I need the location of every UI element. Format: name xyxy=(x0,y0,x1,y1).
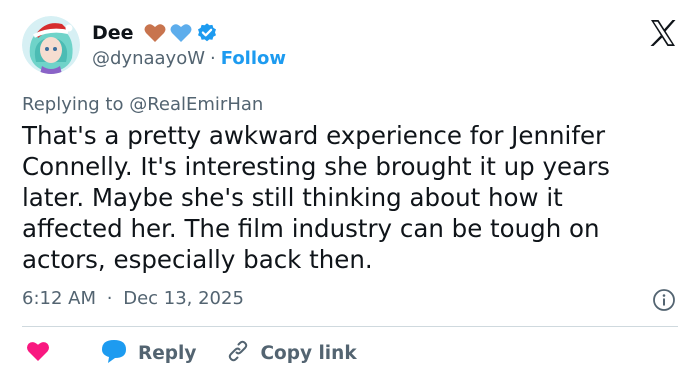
reply-bubble-icon xyxy=(100,338,128,368)
timestamp-separator: · xyxy=(106,288,113,309)
blue-heart-icon xyxy=(170,23,192,43)
author-display-name[interactable]: Dee xyxy=(92,22,134,44)
like-button[interactable] xyxy=(26,340,50,366)
reply-button[interactable]: Reply xyxy=(100,338,196,368)
copy-link-label: Copy link xyxy=(260,342,357,364)
x-logo-icon[interactable] xyxy=(648,18,678,48)
copy-link-button[interactable]: Copy link xyxy=(226,339,357,367)
heart-icon xyxy=(26,340,50,366)
author-name-row: Dee xyxy=(92,20,218,46)
tweet-card: Dee @dynaayoW · Follow Replying to @Real… xyxy=(0,0,700,379)
info-icon[interactable] xyxy=(652,288,676,312)
tweet-date: Dec 13, 2025 xyxy=(123,288,244,309)
brown-heart-icon xyxy=(144,23,166,43)
tweet-text: That's a pretty awkward experience for J… xyxy=(22,121,610,274)
avatar[interactable] xyxy=(22,16,80,74)
replying-to-mention[interactable]: @RealEmirHan xyxy=(129,94,263,115)
link-icon xyxy=(226,339,250,367)
author-handle[interactable]: @dynaayoW xyxy=(92,48,205,69)
tweet-timestamp[interactable]: 6:12 AM · Dec 13, 2025 xyxy=(22,288,244,309)
follow-button[interactable]: Follow xyxy=(221,48,286,69)
replying-to: Replying to @RealEmirHan xyxy=(22,94,263,115)
divider xyxy=(22,326,678,327)
replying-prefix: Replying to xyxy=(22,94,124,115)
action-bar: Reply Copy link xyxy=(22,339,357,367)
author-handle-row: @dynaayoW · Follow xyxy=(92,48,286,69)
separator-dot: · xyxy=(210,48,216,69)
verified-badge-icon xyxy=(196,22,218,44)
reply-label: Reply xyxy=(138,342,197,364)
tweet-time: 6:12 AM xyxy=(22,288,96,309)
